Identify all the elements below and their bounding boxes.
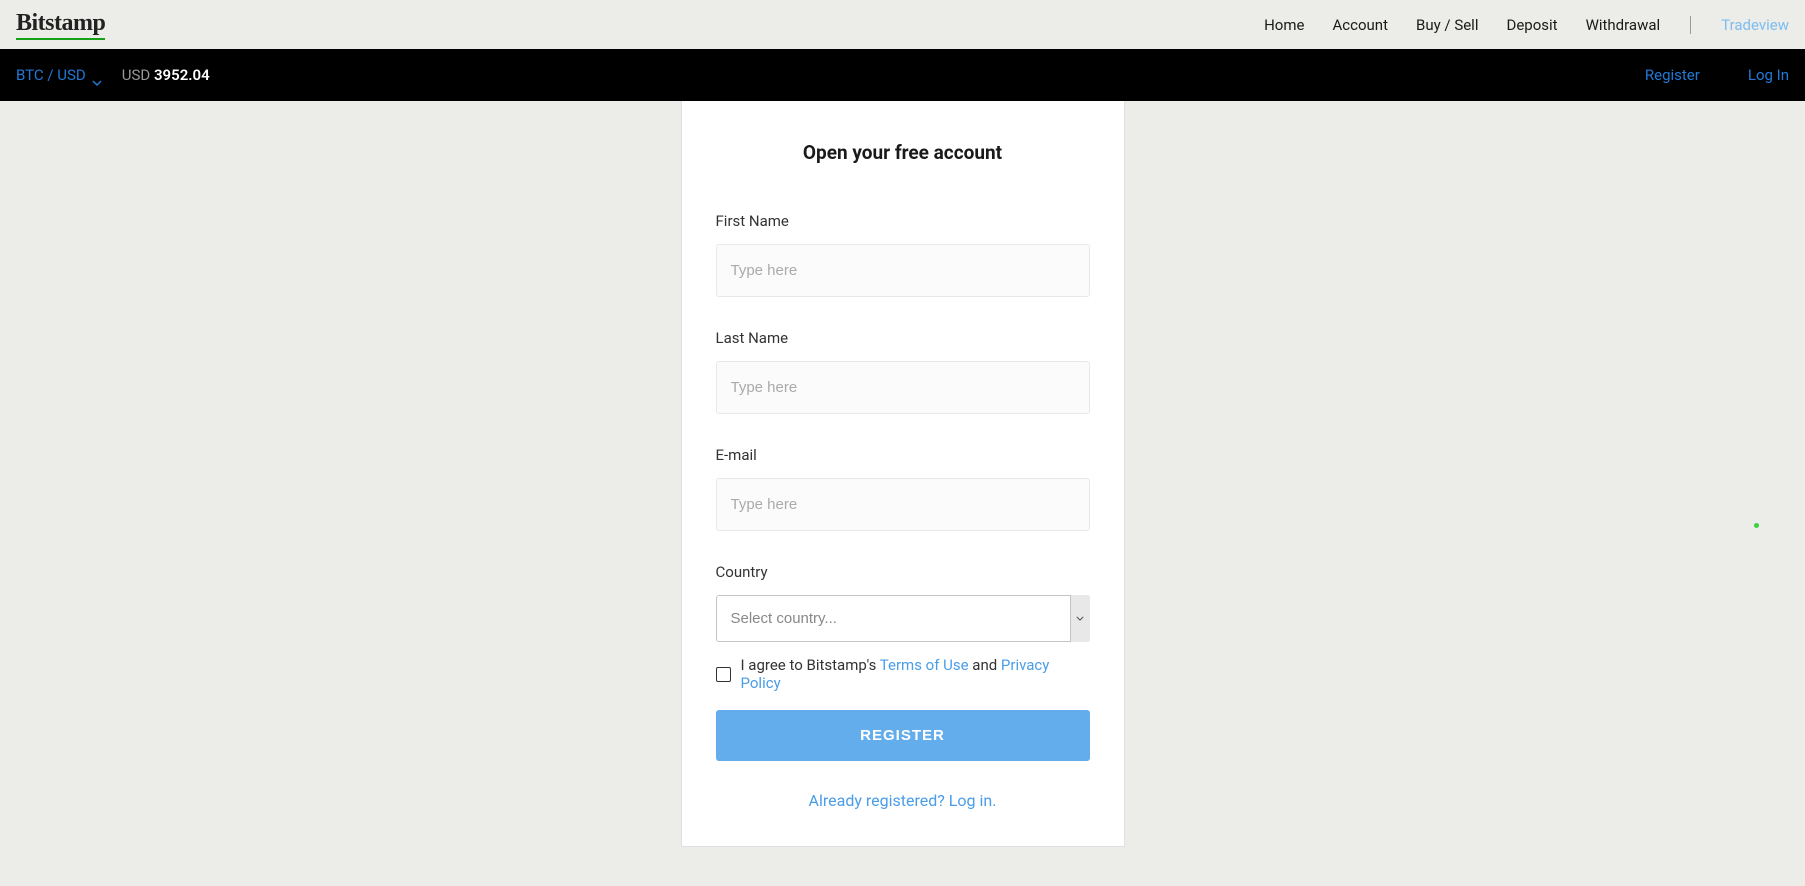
nav-home[interactable]: Home [1264,16,1304,34]
nav-account[interactable]: Account [1332,16,1388,34]
nav-deposit[interactable]: Deposit [1506,16,1557,34]
sub-nav-right: Register Log In [1645,66,1789,84]
country-label: Country [716,563,1090,581]
sub-nav: BTC / USD USD 3952.04 Register Log In [0,49,1805,101]
login-link-row: Already registered? Log in. [716,791,1090,810]
chevron-down-icon [92,72,102,78]
logo[interactable]: Bitstamp [16,10,105,40]
sub-nav-left: BTC / USD USD 3952.04 [16,66,210,84]
agree-and: and [969,656,1001,674]
form-title: Open your free account [716,141,1090,164]
top-nav: Bitstamp Home Account Buy / Sell Deposit… [0,0,1805,49]
first-name-input[interactable] [716,244,1090,297]
agree-prefix: I agree to Bitstamp's [741,656,880,674]
first-name-group: First Name [716,212,1090,297]
login-link[interactable]: Already registered? Log in. [809,791,997,810]
nav-withdrawal[interactable]: Withdrawal [1586,16,1661,34]
pair-label: BTC / USD [16,66,86,84]
last-name-input[interactable] [716,361,1090,414]
country-select-wrapper: Select country... [716,595,1090,642]
country-group: Country Select country... [716,563,1090,642]
register-button[interactable]: REGISTER [716,710,1090,761]
register-card: Open your free account First Name Last N… [681,101,1125,847]
terms-link[interactable]: Terms of Use [880,656,969,674]
email-input[interactable] [716,478,1090,531]
agree-row: I agree to Bitstamp's Terms of Use and P… [716,656,1090,692]
nav-separator [1690,16,1691,34]
price-currency: USD [122,66,150,84]
email-label: E-mail [716,446,1090,464]
price-value: 3952.04 [154,66,210,84]
nav-buy-sell[interactable]: Buy / Sell [1416,16,1479,34]
pair-selector[interactable]: BTC / USD [16,66,102,84]
agree-label: I agree to Bitstamp's Terms of Use and P… [741,656,1090,692]
subnav-login[interactable]: Log In [1748,66,1789,84]
first-name-label: First Name [716,212,1090,230]
nav-tradeview[interactable]: Tradeview [1721,16,1789,34]
nav-links: Home Account Buy / Sell Deposit Withdraw… [1264,16,1789,34]
status-dot-icon [1754,523,1759,528]
email-group: E-mail [716,446,1090,531]
country-select[interactable]: Select country... [716,595,1090,642]
price-display: USD 3952.04 [122,66,210,84]
agree-checkbox[interactable] [716,667,731,682]
last-name-label: Last Name [716,329,1090,347]
last-name-group: Last Name [716,329,1090,414]
subnav-register[interactable]: Register [1645,66,1700,84]
main-content: Open your free account First Name Last N… [0,101,1805,847]
